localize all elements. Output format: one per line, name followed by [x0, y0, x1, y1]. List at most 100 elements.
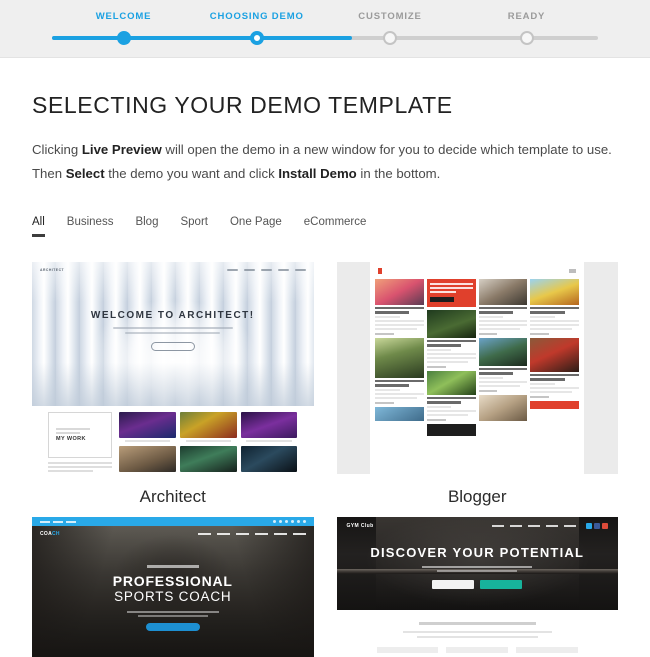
post-title-line	[530, 307, 580, 310]
gym-hero-title: DISCOVER YOUR POTENTIAL	[370, 545, 585, 560]
nav-item	[197, 532, 211, 536]
post-title-line	[530, 378, 565, 381]
post-image	[478, 279, 528, 305]
demo-filter-tabs: All Business Blog Sport One Page eCommer…	[32, 186, 618, 237]
read-more-link	[375, 401, 394, 404]
tab-one-page[interactable]: One Page	[230, 216, 282, 237]
google-icon	[602, 523, 608, 529]
topbar-item	[40, 520, 50, 523]
post-excerpt-line	[427, 409, 476, 412]
nav-item	[492, 524, 504, 528]
feature-card	[446, 646, 509, 653]
wizard-step-customize[interactable]: CUSTOMIZE	[358, 0, 421, 22]
featured-button	[430, 297, 454, 302]
tab-sport[interactable]: Sport	[180, 216, 208, 237]
nav-item	[528, 524, 540, 528]
featured-line	[430, 291, 456, 293]
gym-feature-cards	[376, 646, 579, 653]
architect-hero-subline	[125, 332, 221, 334]
section-text-line	[402, 631, 552, 633]
caption-line	[124, 440, 171, 442]
tab-business[interactable]: Business	[67, 216, 114, 237]
post-excerpt-line	[427, 413, 469, 416]
blog-post-card	[427, 310, 476, 368]
wizard-step-welcome[interactable]: WELCOME	[96, 0, 152, 22]
post-excerpt-line	[530, 386, 580, 389]
topbar-left	[40, 520, 76, 523]
post-title-line	[530, 373, 580, 377]
post-excerpt-line	[478, 380, 528, 383]
post-title-line	[478, 311, 513, 314]
wizard-step-label: WELCOME	[95, 11, 152, 22]
gallery-image	[240, 412, 298, 438]
intro-text: Clicking Live Preview will open the demo…	[32, 119, 618, 186]
social-icon	[272, 520, 276, 523]
post-excerpt-line	[375, 319, 425, 322]
hero-secondary-button	[432, 580, 475, 589]
tab-all[interactable]: All	[32, 216, 45, 237]
blog-post-card	[478, 279, 528, 335]
feature-card	[376, 646, 439, 653]
demo-thumbnail-sports-coach[interactable]: COACH PROFESSIONAL SPORTS COACH	[32, 517, 314, 657]
wizard-step-dot-customize[interactable]	[383, 31, 397, 45]
topbar-item	[66, 520, 76, 523]
demo-card-gym-crossfit[interactable]: GYM Club DISCOVER YOUR POTENTIAL	[336, 517, 619, 657]
blogger-masonry-grid	[375, 279, 580, 436]
social-icon	[302, 520, 306, 523]
wizard-step-dot-welcome[interactable]	[116, 31, 131, 45]
architect-mywork-block: MY WORK	[48, 412, 112, 474]
demo-card-blogger[interactable]: Blogger	[336, 262, 618, 507]
gym-nav: GYM Club	[347, 523, 608, 529]
wizard-step-ready[interactable]: READY	[508, 0, 546, 22]
post-meta-line	[530, 315, 555, 318]
caption-line	[246, 440, 292, 442]
live-preview-emphasis: Live Preview	[81, 142, 162, 157]
wizard-steps: WELCOME CHOOSING DEMO CUSTOMIZE READY	[0, 0, 650, 58]
post-excerpt-line	[530, 319, 580, 322]
wizard-step-label: READY	[507, 11, 546, 22]
demo-card-sports-coach[interactable]: COACH PROFESSIONAL SPORTS COACH	[32, 517, 314, 657]
wizard-step-dot-ready[interactable]	[519, 31, 534, 45]
blogger-column	[478, 279, 528, 436]
mywork-kicker	[56, 427, 90, 430]
gym-preview: GYM Club DISCOVER YOUR POTENTIAL	[336, 517, 619, 657]
wizard-step-choosing-demo[interactable]: CHOOSING DEMO	[210, 0, 304, 22]
gym-hero: GYM Club DISCOVER YOUR POTENTIAL	[336, 517, 619, 610]
nav-item	[546, 524, 558, 528]
nav-item	[216, 532, 230, 536]
demo-thumbnail-blogger[interactable]	[336, 262, 618, 474]
sports-coach-nav: COACH	[40, 531, 306, 537]
caption-line	[48, 470, 93, 472]
gym-hero-content: DISCOVER YOUR POTENTIAL	[337, 545, 619, 589]
architect-mywork-box: MY WORK	[48, 412, 112, 458]
blogger-column	[375, 279, 425, 436]
post-title-line	[375, 311, 410, 314]
nav-item	[510, 524, 522, 528]
demo-card-architect[interactable]: ARCHITECT WELCOME TO ARCHITECT! MY WORK …	[32, 262, 314, 507]
nav-item	[254, 532, 268, 536]
hero-subline	[437, 570, 518, 572]
tab-blog[interactable]: Blog	[135, 216, 158, 237]
read-more-link	[478, 389, 498, 392]
architect-mywork-label: MY WORK	[56, 435, 86, 442]
demo-thumbnail-architect[interactable]: ARCHITECT WELCOME TO ARCHITECT! MY WORK	[32, 262, 314, 474]
wizard-step-dot-choosing-demo[interactable]	[249, 31, 264, 45]
post-title-line	[427, 344, 462, 347]
gallery-image	[240, 446, 298, 472]
post-excerpt-line	[478, 384, 521, 387]
blogger-column	[530, 279, 580, 436]
caption-line	[185, 440, 231, 442]
post-meta-line	[375, 388, 400, 391]
post-excerpt-line	[478, 323, 528, 326]
sports-coach-logo: COACH	[40, 531, 60, 537]
intro-line2-prefix: Then	[32, 166, 66, 181]
intro-line2-suffix: in the bottom.	[356, 166, 441, 181]
gym-intro-section	[337, 610, 619, 653]
post-excerpt-line	[375, 323, 425, 326]
nav-item	[292, 532, 306, 536]
post-excerpt-line	[427, 352, 476, 355]
tab-ecommerce[interactable]: eCommerce	[304, 216, 367, 237]
hero-cta-button	[145, 622, 200, 631]
post-image	[478, 394, 528, 421]
demo-thumbnail-gym-crossfit[interactable]: GYM Club DISCOVER YOUR POTENTIAL	[336, 517, 619, 657]
